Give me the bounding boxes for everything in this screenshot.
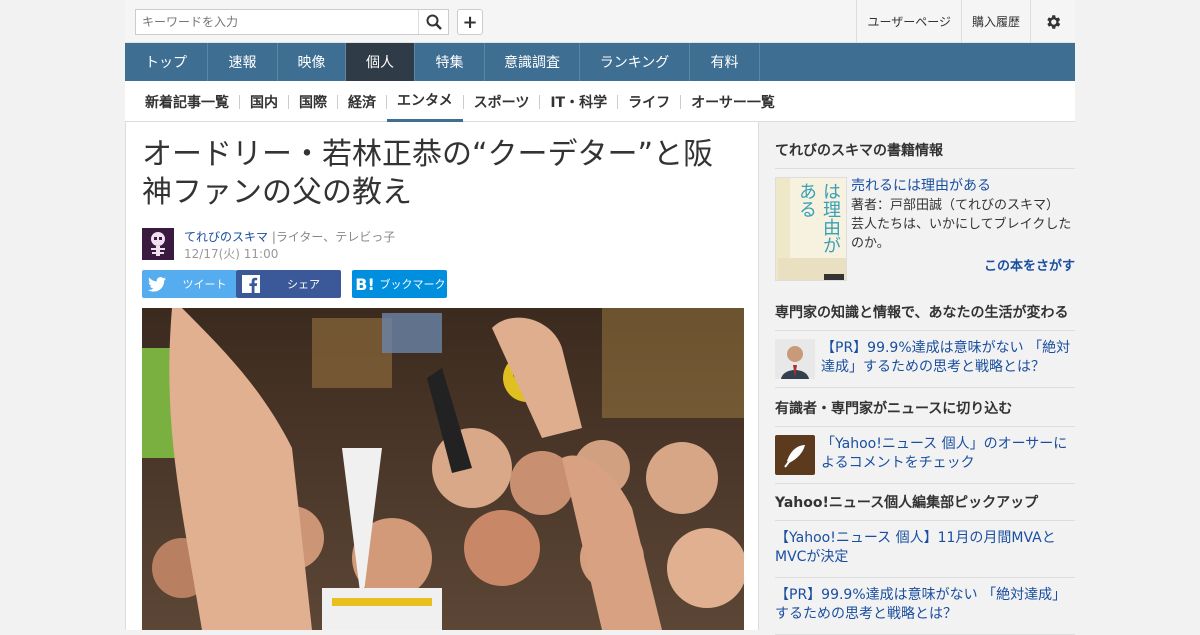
hatena-bookmark-button[interactable]: B! ブックマーク xyxy=(352,270,447,298)
category-tab-domestic[interactable]: 国内 xyxy=(240,81,288,122)
facebook-share-button[interactable]: シェア xyxy=(236,270,341,298)
facebook-icon xyxy=(236,275,266,293)
comment-section: 有識者・専門家がニュースに切り込む 「Yahoo!ニュース 個人」のオーサーによ… xyxy=(775,398,1075,484)
celebrating-fans-photo xyxy=(142,308,744,630)
book-cover[interactable]: 売れるには理由がある xyxy=(775,177,847,281)
expert-photo xyxy=(775,339,815,379)
twitter-bird-icon xyxy=(142,276,172,292)
author-role: |ライター、テレビっ子 xyxy=(271,230,396,244)
settings-button[interactable] xyxy=(1030,0,1075,43)
list-item[interactable]: 【Yahoo!ニュース 個人】11月の月間MVAとMVCが決定 xyxy=(775,521,1075,578)
tweet-label: ツイート xyxy=(182,278,227,291)
category-tab-latest[interactable]: 新着記事一覧 xyxy=(135,81,239,122)
section-heading: 専門家の知識と情報で、あなたの生活が変わる xyxy=(775,302,1075,331)
share-label: シェア xyxy=(287,278,320,291)
top-bar: + ユーザーページ 購入履歴 xyxy=(125,0,1075,43)
book-info: 売れるには理由がある 著者：戸部田誠（てれびのスキマ） 芸人たちは、いかにしてブ… xyxy=(851,177,1075,281)
category-tab-life[interactable]: ライフ xyxy=(618,81,680,122)
category-tab-sports[interactable]: スポーツ xyxy=(464,81,540,122)
category-tab-economy[interactable]: 経済 xyxy=(338,81,386,122)
nav-item-breaking[interactable]: 速報 xyxy=(208,43,278,81)
book-description: 芸人たちは、いかにしてブレイクしたのか。 xyxy=(851,217,1072,251)
author-line: てれびのスキマ |ライター、テレビっ子 xyxy=(184,228,395,245)
search-icon xyxy=(426,14,442,30)
sidebar: てれびのスキマの書籍情報 売れるには理由がある 売れるには理由がある 著者：戸部… xyxy=(759,122,1075,635)
nav-item-top[interactable]: トップ xyxy=(125,43,208,81)
expert-link[interactable]: 【PR】99.9%達成は意味がない 「絶対達成」するための思考と戦略とは？ xyxy=(821,339,1075,379)
author-avatar[interactable] xyxy=(142,228,174,260)
category-tab-international[interactable]: 国際 xyxy=(289,81,337,122)
expert-row[interactable]: 【PR】99.9%達成は意味がない 「絶対達成」するための思考と戦略とは？ xyxy=(775,331,1075,388)
author-name-link[interactable]: てれびのスキマ xyxy=(184,230,268,244)
user-page-link[interactable]: ユーザーページ xyxy=(856,0,961,43)
nav-item-survey[interactable]: 意識調査 xyxy=(485,43,580,81)
article: オードリー・若林正恭の“クーデター”と阪神ファンの父の教え てれびのスキマ |ラ… xyxy=(125,122,759,630)
category-tab-it-science[interactable]: IT・科学 xyxy=(540,81,617,122)
section-heading: Yahoo!ニュース個人編集部ピックアップ xyxy=(775,492,1075,521)
gear-icon xyxy=(1047,14,1061,29)
plus-icon: + xyxy=(462,11,478,33)
pickup-section: Yahoo!ニュース個人編集部ピックアップ 【Yahoo!ニュース 個人】11月… xyxy=(775,492,1075,635)
comment-quill-icon xyxy=(775,435,815,475)
nav-item-feature[interactable]: 特集 xyxy=(415,43,485,81)
expert-section: 専門家の知識と情報で、あなたの生活が変わる 【PR】99.9%達成は意味がない … xyxy=(775,302,1075,388)
category-nav: 新着記事一覧 国内 国際 経済 エンタメ スポーツ IT・科学 ライフ オーサー… xyxy=(125,81,1075,122)
search-box xyxy=(135,9,449,35)
article-title: オードリー・若林正恭の“クーデター”と阪神ファンの父の教え xyxy=(142,137,714,210)
search-button[interactable] xyxy=(418,10,448,34)
bookmark-label: ブックマーク xyxy=(379,278,446,291)
article-photo xyxy=(142,308,744,630)
book-cover-text: 売れるには理由がある xyxy=(796,182,846,254)
book-section: てれびのスキマの書籍情報 売れるには理由がある 売れるには理由がある 著者：戸部… xyxy=(775,140,1075,281)
nav-item-video[interactable]: 映像 xyxy=(278,43,346,81)
search-input[interactable] xyxy=(136,10,418,34)
nav-item-ranking[interactable]: ランキング xyxy=(580,43,690,81)
skeleton-avatar-icon xyxy=(142,228,174,260)
section-heading: 有識者・専門家がニュースに切り込む xyxy=(775,398,1075,427)
hatena-b-icon: B! xyxy=(355,274,375,294)
pickup-link[interactable]: 【Yahoo!ニュース 個人】11月の月間MVAとMVCが決定 xyxy=(775,529,1075,567)
comment-row[interactable]: 「Yahoo!ニュース 個人」のオーサーによるコメントをチェック xyxy=(775,427,1075,484)
book-title-link[interactable]: 売れるには理由がある xyxy=(851,177,1075,196)
comment-link[interactable]: 「Yahoo!ニュース 個人」のオーサーによるコメントをチェック xyxy=(821,435,1075,475)
nav-item-personal[interactable]: 個人 xyxy=(346,43,415,81)
nav-item-paid[interactable]: 有料 xyxy=(690,43,760,81)
book-author: 著者：戸部田誠（てれびのスキマ） xyxy=(851,198,1060,213)
list-item[interactable]: 【PR】99.9%達成は意味がない 「絶対達成」するための思考と戦略とは？ xyxy=(775,578,1075,635)
tweet-button[interactable]: ツイート xyxy=(142,270,237,298)
purchase-history-link[interactable]: 購入履歴 xyxy=(960,0,1030,43)
category-tab-authors[interactable]: オーサー一覧 xyxy=(681,81,785,122)
section-heading: てれびのスキマの書籍情報 xyxy=(775,140,1075,169)
header-links: ユーザーページ 購入履歴 xyxy=(856,0,1075,43)
add-button[interactable]: + xyxy=(457,9,483,35)
find-book-link[interactable]: この本をさがす xyxy=(851,257,1075,276)
publish-date: 12/17(火) 11:00 xyxy=(184,247,279,261)
category-tab-entertainment[interactable]: エンタメ xyxy=(387,81,463,122)
pickup-link[interactable]: 【PR】99.9%達成は意味がない 「絶対達成」するための思考と戦略とは？ xyxy=(775,586,1075,624)
main-nav: トップ 速報 映像 個人 特集 意識調査 ランキング 有料 xyxy=(125,43,1075,81)
